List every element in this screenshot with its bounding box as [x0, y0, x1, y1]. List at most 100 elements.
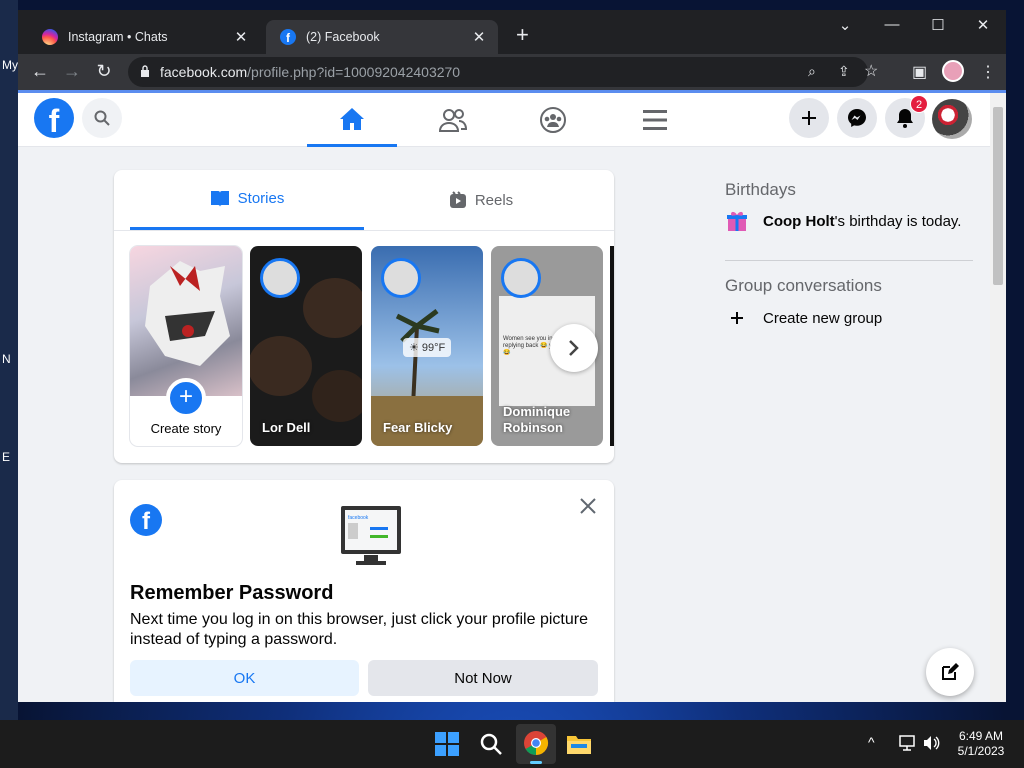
- dismiss-button[interactable]: [576, 494, 600, 518]
- book-icon: [210, 190, 229, 207]
- close-tab-icon[interactable]: ✕: [470, 28, 488, 46]
- story-card-edge: [610, 246, 614, 446]
- create-button[interactable]: [789, 98, 829, 138]
- minimize-button[interactable]: —: [880, 16, 904, 33]
- reload-button[interactable]: ↻: [92, 61, 116, 82]
- hamburger-icon: [643, 110, 667, 130]
- facebook-icon: f: [280, 29, 296, 45]
- tab-label: Reels: [474, 191, 514, 209]
- tab-title: Instagram • Chats: [68, 30, 168, 44]
- story-card[interactable]: Lor Dell: [250, 246, 362, 446]
- nav-friends[interactable]: [408, 93, 498, 147]
- story-profile-image: [130, 246, 242, 396]
- address-bar[interactable]: facebook.com/profile.php?id=100092042403…: [128, 57, 878, 87]
- tab-label: Stories: [237, 190, 285, 207]
- facebook-logo[interactable]: f: [34, 98, 74, 138]
- clock-date: 5/1/2023: [957, 744, 1005, 758]
- create-story-card[interactable]: + Create story: [130, 246, 242, 446]
- story-card[interactable]: ☀ 99°F Fear Blicky: [371, 246, 483, 446]
- tab-title: (2) Facebook: [306, 30, 380, 44]
- system-clock[interactable]: 6:49 AM 5/1/2023: [950, 729, 1012, 759]
- account-avatar[interactable]: [932, 99, 972, 139]
- windows-taskbar: ^ 6:49 AM 5/1/2023: [0, 720, 1024, 768]
- new-message-button[interactable]: [926, 648, 974, 696]
- story-avatar: [501, 258, 541, 298]
- desktop-strip: My N E: [0, 0, 18, 720]
- facebook-page: f 2 Stories Reels + Create story Lor Del…: [18, 93, 990, 702]
- chrome-icon: [524, 731, 549, 755]
- groups-icon: [540, 107, 566, 133]
- page-scrollbar[interactable]: [990, 93, 1006, 702]
- birthday-item[interactable]: Coop Holt's birthday is today.: [725, 209, 961, 233]
- bookmark-star-icon[interactable]: ☆: [864, 61, 878, 81]
- forward-button[interactable]: →: [60, 61, 84, 82]
- remember-title: Remember Password: [130, 582, 334, 604]
- tab-stories[interactable]: Stories: [130, 170, 364, 230]
- profile-avatar[interactable]: [942, 60, 964, 82]
- birthday-text: 's birthday is today.: [834, 212, 962, 230]
- tab-search-icon[interactable]: ⌄: [833, 16, 857, 34]
- browser-toolbar: ← → ↻ facebook.com/profile.php?id=100092…: [18, 54, 1006, 90]
- rail-divider: [725, 260, 973, 261]
- create-group-label: Create new group: [763, 309, 883, 327]
- close-window-button[interactable]: ✕: [971, 16, 995, 34]
- search-icon[interactable]: [477, 730, 505, 758]
- not-now-button[interactable]: Not Now: [368, 660, 598, 696]
- character-art: [145, 261, 230, 366]
- notification-badge: 2: [910, 95, 928, 113]
- tab-facebook[interactable]: f (2) Facebook ✕: [266, 20, 498, 54]
- tab-instagram[interactable]: Instagram • Chats ✕: [28, 20, 260, 54]
- url-host: facebook.com: [160, 64, 248, 80]
- story-avatar: [381, 258, 421, 298]
- tab-reels[interactable]: Reels: [364, 170, 598, 230]
- zoom-icon[interactable]: ⌕: [808, 63, 816, 80]
- ok-button[interactable]: OK: [130, 660, 359, 696]
- browser-menu-icon[interactable]: ⋮: [980, 62, 996, 82]
- search-button[interactable]: [82, 98, 122, 138]
- facebook-icon: f: [130, 504, 162, 536]
- maximize-button[interactable]: ☐: [926, 16, 950, 34]
- story-author: Lor Dell: [262, 420, 311, 435]
- chrome-taskbar-button[interactable]: [516, 724, 556, 764]
- url-path: /profile.php?id=100092042403270: [247, 64, 461, 80]
- messenger-button[interactable]: [837, 98, 877, 138]
- story-author: Dominique Robinson: [503, 404, 571, 435]
- create-story-label: Create story: [150, 421, 222, 436]
- remember-text: Next time you log in on this browser, ju…: [130, 611, 588, 648]
- url-text: facebook.com/profile.php?id=100092042403…: [160, 64, 460, 80]
- home-icon: [340, 107, 364, 130]
- nav-home[interactable]: [307, 93, 397, 147]
- create-new-group-item[interactable]: Create new group: [725, 306, 882, 330]
- remember-password-card: f facebook Remember Password Next time y…: [114, 480, 614, 702]
- back-button[interactable]: ←: [28, 61, 52, 82]
- bell-icon: [897, 109, 913, 128]
- story-avatar: [260, 258, 300, 298]
- volume-icon[interactable]: [922, 735, 940, 751]
- new-tab-button[interactable]: +: [516, 24, 529, 46]
- close-tab-icon[interactable]: ✕: [232, 28, 250, 46]
- birthday-name: Coop Holt: [763, 212, 835, 230]
- stories-next-button[interactable]: [550, 324, 598, 372]
- desktop-label: My: [2, 58, 18, 72]
- windows-start-icon[interactable]: [433, 730, 461, 758]
- desktop-label: N: [2, 352, 11, 366]
- network-icon[interactable]: [898, 735, 916, 751]
- nav-groups[interactable]: [508, 93, 598, 147]
- scrollbar-thumb[interactable]: [993, 107, 1003, 285]
- illustration-brand: facebook: [348, 515, 369, 521]
- file-explorer-icon[interactable]: [565, 730, 593, 758]
- active-indicator: [530, 761, 542, 764]
- group-conversations-heading: Group conversations: [725, 276, 882, 295]
- plus-icon: [802, 111, 816, 125]
- desktop-label: E: [2, 450, 11, 464]
- side-panel-icon[interactable]: ▣: [912, 62, 927, 82]
- lock-icon: [141, 65, 149, 77]
- share-icon[interactable]: ⇪: [838, 63, 850, 80]
- birthdays-heading: Birthdays: [725, 180, 796, 199]
- nav-menu[interactable]: [610, 93, 700, 147]
- weather-sticker: ☀ 99°F: [403, 338, 452, 357]
- tray-overflow-icon[interactable]: ^: [868, 734, 875, 750]
- messenger-icon: [848, 109, 866, 127]
- clock-time: 6:49 AM: [958, 729, 1004, 743]
- search-icon: [94, 110, 110, 126]
